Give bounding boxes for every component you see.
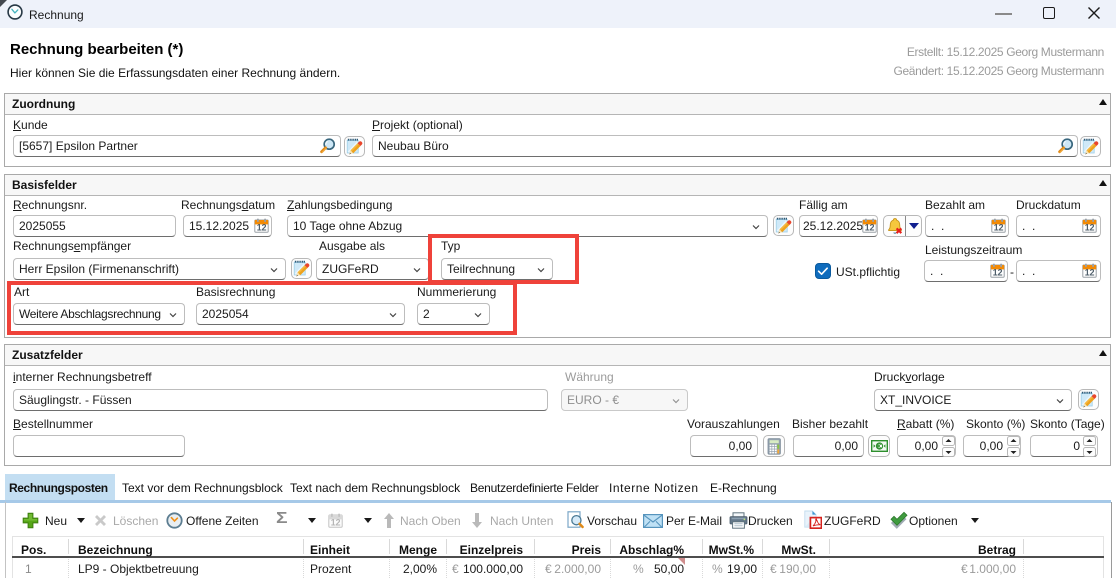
svg-text:12: 12 bbox=[331, 518, 341, 528]
